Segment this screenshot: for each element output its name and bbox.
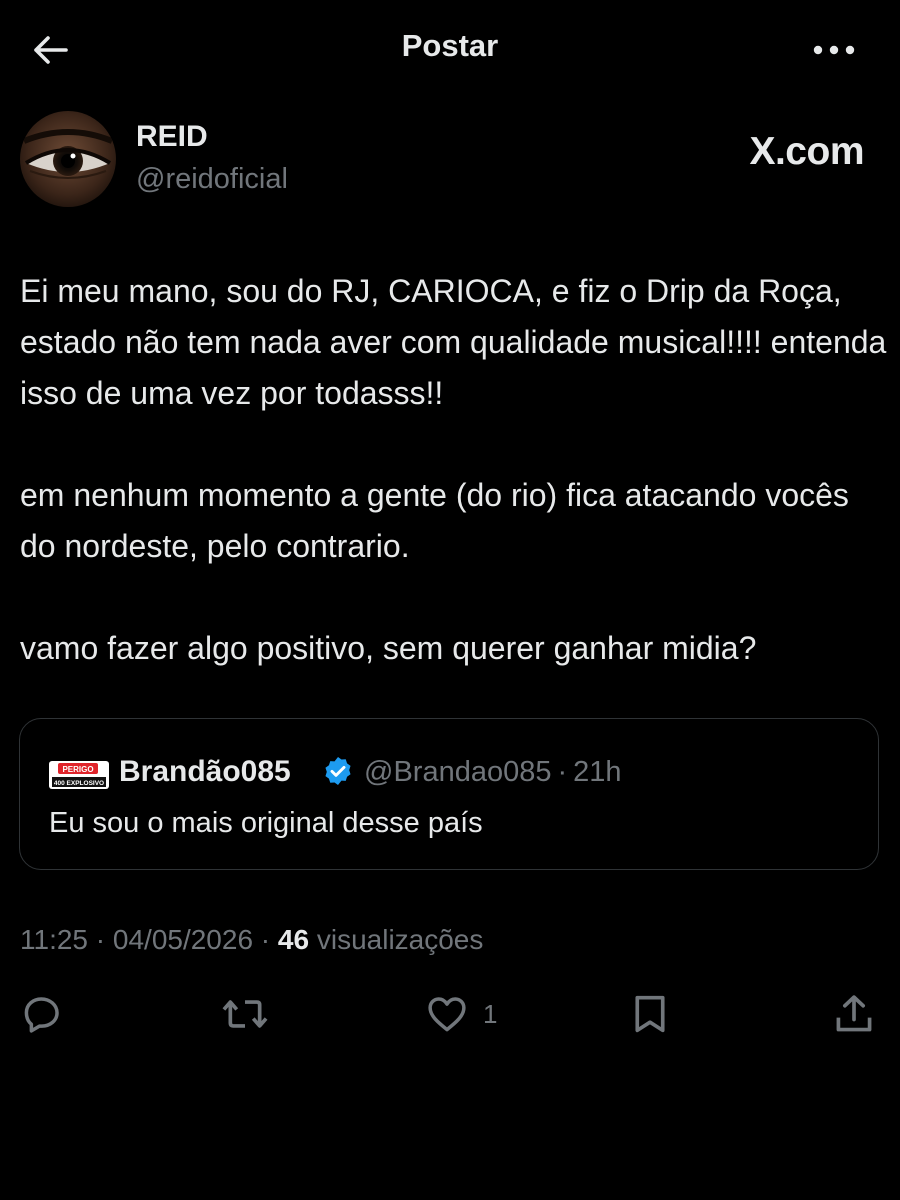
views-count: 46 bbox=[277, 924, 310, 955]
action-bar: 1 bbox=[0, 990, 900, 1040]
quoted-handle-time: @Brandao085 · 21h bbox=[364, 756, 622, 789]
author-name[interactable]: REID bbox=[136, 120, 208, 154]
bookmark-icon bbox=[635, 995, 665, 1033]
quoted-post-text: Eu sou o mais original desse país bbox=[49, 807, 483, 839]
avatar[interactable] bbox=[20, 111, 116, 207]
quoted-avatar-badge: PERIGO 400 EXPLOSIVO bbox=[49, 761, 109, 789]
post-time: 11:25 bbox=[20, 924, 88, 955]
verified-badge-icon bbox=[325, 757, 351, 785]
like-count: 1 bbox=[483, 998, 498, 1029]
share-icon bbox=[836, 995, 872, 1032]
like-button[interactable]: 1 bbox=[425, 990, 497, 1038]
post-meta: 11:25 · 04/05/2026 · 46 visualizações bbox=[20, 924, 484, 955]
post-text: Ei meu mano, sou do RJ, CARIOCA, e fiz o… bbox=[20, 273, 887, 666]
repost-icon bbox=[222, 1000, 268, 1028]
avatar-eye-image bbox=[20, 111, 116, 207]
more-options-button[interactable] bbox=[806, 30, 862, 70]
quoted-post-time: 21h bbox=[573, 756, 622, 788]
quoted-author-handle: @Brandao085 bbox=[364, 756, 552, 788]
top-bar: Postar bbox=[0, 0, 900, 100]
reply-icon bbox=[24, 997, 59, 1033]
author-handle[interactable]: @reidoficial bbox=[136, 163, 288, 196]
post-date: 04/05/2026 bbox=[112, 924, 254, 955]
separator-dot: · bbox=[557, 756, 568, 788]
quoted-author-name: Brandão085 bbox=[119, 755, 291, 788]
badge-bottom-text: 400 EXPLOSIVO bbox=[54, 780, 104, 787]
badge-top-text: PERIGO bbox=[62, 765, 93, 774]
brand-logo-text: X.com bbox=[749, 130, 864, 173]
more-horizontal-icon bbox=[813, 45, 855, 55]
quoted-post-card[interactable]: PERIGO 400 EXPLOSIVO Brandão085 @Brandao… bbox=[19, 718, 879, 870]
repost-button[interactable] bbox=[220, 990, 270, 1038]
heart-icon bbox=[428, 997, 466, 1032]
views-label: visualizações bbox=[316, 924, 484, 955]
share-button[interactable] bbox=[832, 990, 876, 1038]
page-title: Postar bbox=[401, 28, 499, 63]
reply-button[interactable] bbox=[20, 990, 64, 1038]
bookmark-button[interactable] bbox=[630, 990, 670, 1038]
